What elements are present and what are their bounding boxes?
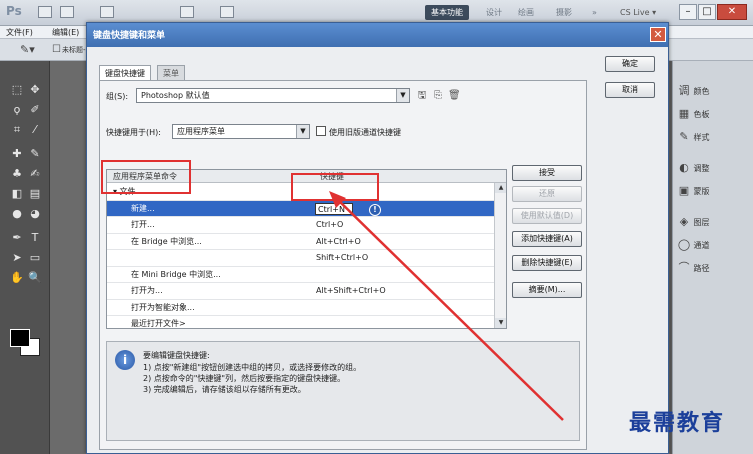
- watermark-logo: 最需教育: [629, 410, 726, 436]
- annotation-arrow: [329, 191, 564, 421]
